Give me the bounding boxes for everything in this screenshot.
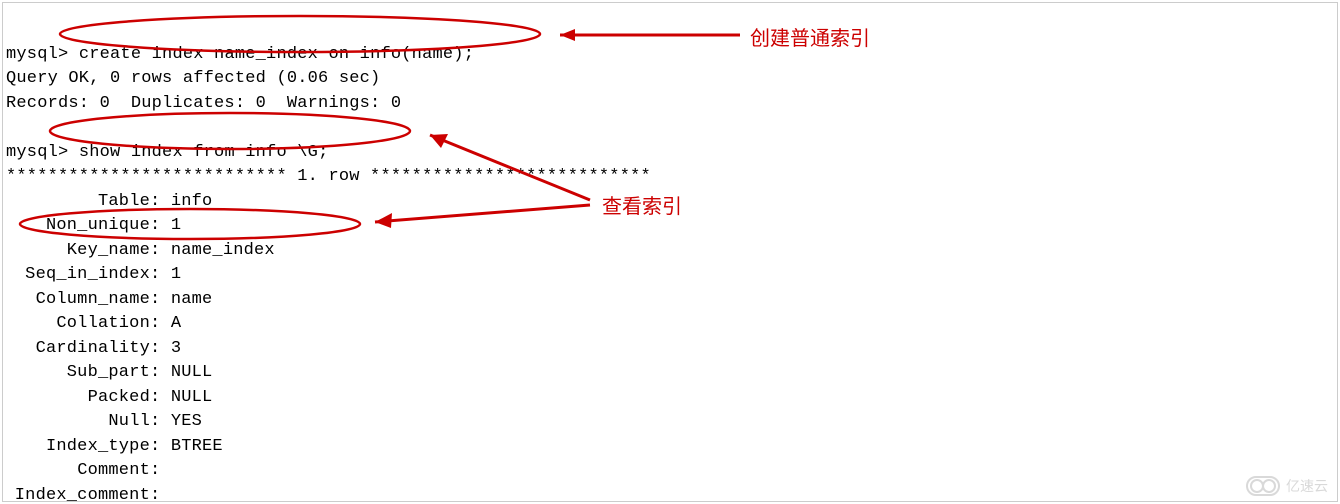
result-line: Query OK, 0 rows affected (0.06 sec) bbox=[6, 69, 380, 88]
watermark-text: 亿速云 bbox=[1286, 476, 1328, 496]
field-label: Column_name bbox=[6, 288, 150, 313]
annotation-show-index: 查看索引 bbox=[602, 190, 682, 219]
field-label: Cardinality bbox=[6, 337, 150, 362]
result-line: Records: 0 Duplicates: 0 Warnings: 0 bbox=[6, 94, 401, 113]
field-value: 3 bbox=[171, 339, 181, 358]
field-label: Index_type bbox=[6, 435, 150, 460]
field-value: A bbox=[171, 314, 181, 333]
field-label: Seq_in_index bbox=[6, 263, 150, 288]
command-show-index: show index from info \G; bbox=[79, 143, 329, 162]
prompt: mysql> bbox=[6, 45, 68, 64]
field-label: Packed bbox=[6, 386, 150, 411]
field-label: Index_comment bbox=[6, 484, 150, 504]
field-value: NULL bbox=[171, 388, 213, 407]
annotation-create-index: 创建普通索引 bbox=[750, 22, 870, 51]
terminal-output: mysql> create index name_index on info(n… bbox=[6, 18, 651, 504]
field-label: Non_unique bbox=[6, 214, 150, 239]
field-value: NULL bbox=[171, 363, 213, 382]
field-label: Sub_part bbox=[6, 361, 150, 386]
field-label: Null bbox=[6, 410, 150, 435]
field-value: 1 bbox=[171, 216, 181, 235]
field-value: 1 bbox=[171, 265, 181, 284]
field-value: YES bbox=[171, 412, 202, 431]
field-value: BTREE bbox=[171, 437, 223, 456]
watermark: 亿速云 bbox=[1246, 476, 1328, 496]
row-separator: *************************** 1. row *****… bbox=[6, 167, 651, 186]
watermark-logo-icon bbox=[1246, 476, 1280, 496]
field-value: name_index bbox=[171, 241, 275, 260]
field-label: Comment bbox=[6, 459, 150, 484]
field-label: Table bbox=[6, 190, 150, 215]
prompt: mysql> bbox=[6, 143, 68, 162]
command-create-index: create index name_index on info(name); bbox=[79, 45, 474, 64]
field-value: info bbox=[171, 192, 213, 211]
field-value: name bbox=[171, 290, 213, 309]
field-label: Collation bbox=[6, 312, 150, 337]
field-label: Key_name bbox=[6, 239, 150, 264]
